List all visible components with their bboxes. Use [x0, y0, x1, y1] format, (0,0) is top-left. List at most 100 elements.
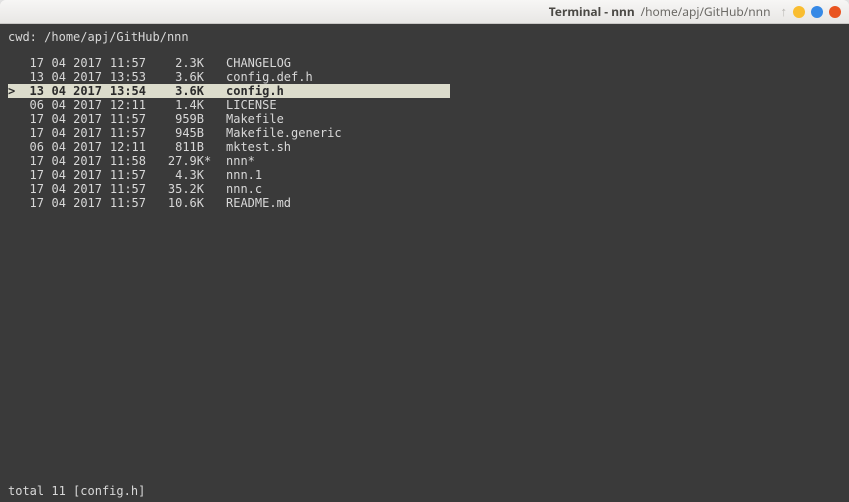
status-line: total 11 [config.h]: [8, 484, 841, 498]
file-row[interactable]: 1704201711:57945B Makefile.generic: [8, 126, 841, 140]
file-month: 04: [44, 154, 66, 168]
cwd-path: /home/apj/GitHub/nnn: [44, 30, 189, 44]
file-flag: [204, 70, 212, 84]
file-day: 17: [26, 168, 44, 182]
cwd-label: cwd:: [8, 30, 37, 44]
file-list[interactable]: 1704201711:572.3K CHANGELOG 1304201713:5…: [8, 56, 841, 210]
file-day: 13: [26, 70, 44, 84]
file-month: 04: [44, 182, 66, 196]
minimize-button[interactable]: [793, 6, 805, 18]
file-name: nnn.1: [222, 168, 262, 182]
cursor-marker: [8, 56, 26, 70]
file-flag: [204, 196, 212, 210]
file-day: 06: [26, 98, 44, 112]
file-row[interactable]: >1304201713:543.6K config.h: [8, 84, 450, 98]
file-time: 13:53: [102, 70, 146, 84]
window-title: Terminal - nnn: [549, 3, 635, 20]
file-size: 3.6K: [146, 70, 204, 84]
file-month: 04: [44, 98, 66, 112]
file-day: 17: [26, 126, 44, 140]
file-month: 04: [44, 168, 66, 182]
file-size: 4.3K: [146, 168, 204, 182]
status-current-file: [config.h]: [73, 484, 145, 498]
file-month: 04: [44, 112, 66, 126]
file-day: 17: [26, 196, 44, 210]
file-flag: [204, 112, 212, 126]
empty-space: [8, 210, 841, 484]
file-time: 12:11: [102, 98, 146, 112]
file-year: 2017: [66, 154, 102, 168]
file-time: 11:57: [102, 168, 146, 182]
up-arrow-icon[interactable]: ↑: [781, 2, 788, 22]
window-subtitle: /home/apj/GitHub/nnn: [641, 3, 771, 20]
file-year: 2017: [66, 126, 102, 140]
file-name: Makefile.generic: [222, 126, 342, 140]
file-row[interactable]: 1704201711:5710.6K README.md: [8, 196, 841, 210]
file-row[interactable]: 1704201711:57959B Makefile: [8, 112, 841, 126]
file-row[interactable]: 1704201711:5827.9K*nnn*: [8, 154, 841, 168]
cursor-marker: [8, 168, 26, 182]
file-flag: [204, 182, 212, 196]
file-row[interactable]: 0604201712:111.4K LICENSE: [8, 98, 841, 112]
file-name: Makefile: [222, 112, 284, 126]
file-time: 11:57: [102, 196, 146, 210]
file-time: 11:58: [102, 154, 146, 168]
file-year: 2017: [66, 168, 102, 182]
file-month: 04: [44, 56, 66, 70]
file-flag: [204, 140, 212, 154]
file-flag: *: [204, 154, 212, 168]
file-year: 2017: [66, 84, 102, 98]
file-time: 11:57: [102, 126, 146, 140]
file-day: 17: [26, 154, 44, 168]
file-year: 2017: [66, 70, 102, 84]
file-year: 2017: [66, 56, 102, 70]
cursor-marker: [8, 182, 26, 196]
file-day: 17: [26, 56, 44, 70]
file-flag: [204, 84, 212, 98]
file-size: 959B: [146, 112, 204, 126]
file-day: 13: [26, 84, 44, 98]
file-size: 811B: [146, 140, 204, 154]
window: Terminal - nnn /home/apj/GitHub/nnn ↑ cw…: [0, 0, 849, 502]
file-row[interactable]: 0604201712:11811B mktest.sh: [8, 140, 841, 154]
status-total-label: total: [8, 484, 44, 498]
file-row[interactable]: 1704201711:572.3K CHANGELOG: [8, 56, 841, 70]
cursor-marker: [8, 126, 26, 140]
file-row[interactable]: 1704201711:5735.2K nnn.c: [8, 182, 841, 196]
file-time: 11:57: [102, 182, 146, 196]
window-controls: ↑: [781, 2, 842, 22]
file-month: 04: [44, 70, 66, 84]
maximize-button[interactable]: [811, 6, 823, 18]
cursor-marker: [8, 154, 26, 168]
file-size: 945B: [146, 126, 204, 140]
cursor-marker: [8, 140, 26, 154]
file-size: 10.6K: [146, 196, 204, 210]
file-flag: [204, 98, 212, 112]
file-time: 11:57: [102, 112, 146, 126]
file-size: 27.9K: [146, 154, 204, 168]
file-month: 04: [44, 126, 66, 140]
file-time: 13:54: [102, 84, 146, 98]
file-name: CHANGELOG: [222, 56, 291, 70]
file-size: 3.6K: [146, 84, 204, 98]
cursor-marker: [8, 70, 26, 84]
titlebar[interactable]: Terminal - nnn /home/apj/GitHub/nnn ↑: [0, 0, 849, 24]
cursor-marker: >: [8, 84, 26, 98]
file-year: 2017: [66, 112, 102, 126]
terminal[interactable]: cwd: /home/apj/GitHub/nnn 1704201711:572…: [0, 24, 849, 502]
cursor-marker: [8, 98, 26, 112]
file-name: nnn.c: [222, 182, 262, 196]
file-month: 04: [44, 140, 66, 154]
file-row[interactable]: 1704201711:574.3K nnn.1: [8, 168, 841, 182]
file-year: 2017: [66, 140, 102, 154]
file-year: 2017: [66, 98, 102, 112]
file-flag: [204, 126, 212, 140]
file-flag: [204, 56, 212, 70]
file-size: 35.2K: [146, 182, 204, 196]
file-row[interactable]: 1304201713:533.6K config.def.h: [8, 70, 841, 84]
close-button[interactable]: [829, 6, 841, 18]
cursor-marker: [8, 196, 26, 210]
file-month: 04: [44, 196, 66, 210]
cwd-line: cwd: /home/apj/GitHub/nnn: [8, 30, 841, 44]
file-name: mktest.sh: [222, 140, 291, 154]
